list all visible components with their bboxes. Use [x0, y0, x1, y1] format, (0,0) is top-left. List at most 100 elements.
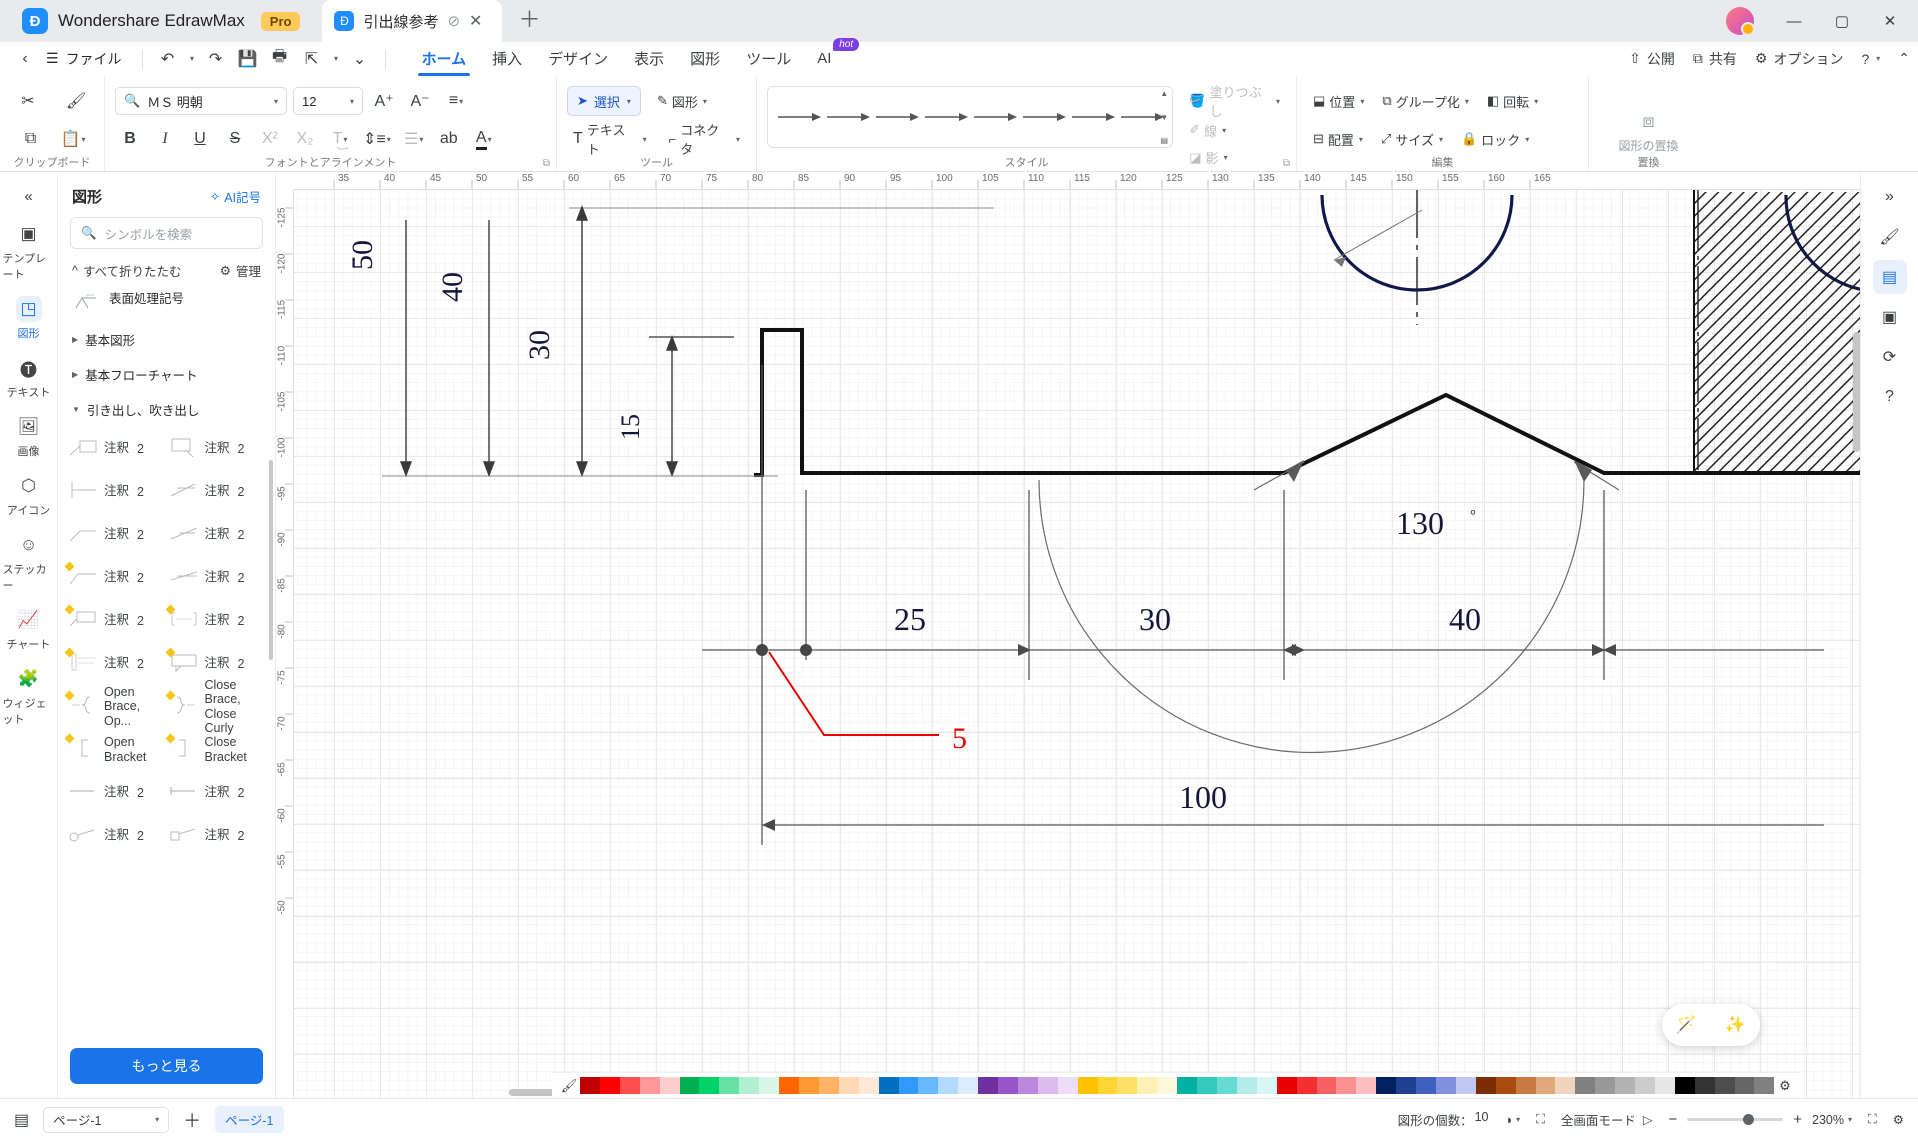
sidebar-item-shapes[interactable]: ◳ 図形 — [3, 289, 55, 346]
canvas[interactable]: 35 40 45 50 55 60 65 70 75 80 85 90 95 100 105 110 115 12… — [276, 172, 1860, 1098]
fullscreen-button[interactable]: 全画面モード ▷ — [1561, 1110, 1653, 1129]
color-swatch[interactable] — [1256, 1077, 1277, 1094]
gear-icon[interactable]: ⚙ — [1893, 1112, 1904, 1127]
symbol-search-input[interactable]: 🔍 シンボルを検索 — [70, 217, 263, 249]
panel-scrollbar[interactable] — [269, 460, 273, 660]
style-preset[interactable] — [872, 97, 921, 137]
more-shapes-button[interactable]: もっと見る — [70, 1048, 263, 1084]
horizontal-ruler[interactable]: 35 40 45 50 55 60 65 70 75 80 85 90 95 100 105 110 115 12… — [276, 172, 1860, 190]
color-palette-strip[interactable]: 🖌 ⚙ — [552, 1072, 1802, 1098]
style-preset[interactable] — [970, 97, 1019, 137]
ai-symbol-button[interactable]: ✧ AI記号 — [210, 187, 261, 206]
lock-button[interactable]: 🔒 ロック ▾ — [1455, 124, 1535, 154]
dimension-node[interactable] — [800, 644, 812, 656]
tab-insert[interactable]: 挿入 — [492, 42, 522, 76]
font-size-select[interactable]: 12 ▾ — [293, 87, 363, 115]
color-swatch[interactable] — [1197, 1077, 1217, 1094]
category-basic-flowchart[interactable]: ▶ 基本フローチャート — [58, 357, 275, 392]
color-swatch[interactable] — [1057, 1077, 1078, 1094]
line-spacing-icon[interactable]: ⇕≡ ▾ — [360, 124, 394, 154]
list-item[interactable]: 注釈 2 — [169, 513, 266, 556]
underline-button[interactable]: U — [185, 124, 215, 154]
color-swatch[interactable] — [1495, 1077, 1516, 1094]
color-swatch[interactable] — [1336, 1077, 1357, 1094]
list-item[interactable]: Close Bracket — [165, 728, 266, 771]
vertical-scrollbar[interactable] — [1853, 332, 1860, 452]
scroll-up-icon[interactable]: ▲ — [1160, 89, 1168, 98]
scroll-down-icon[interactable]: ▼ — [1160, 113, 1168, 122]
zoom-slider[interactable] — [1687, 1114, 1784, 1125]
grow-font-icon[interactable]: A⁺ — [369, 86, 399, 116]
arrange-button[interactable]: ⊟ 配置 ▾ — [1307, 124, 1369, 154]
connector-tool-button[interactable]: ⌐ コネクタ ▾ — [663, 123, 746, 157]
group-button[interactable]: ⧉ グループ化 ▾ — [1376, 86, 1475, 116]
color-swatch[interactable] — [938, 1077, 959, 1094]
sidebar-item-sticker[interactable]: ☺ ステッカー — [3, 525, 55, 598]
subscript-button[interactable]: X₂ — [290, 124, 320, 154]
position-button[interactable]: ⬓ 位置 ▾ — [1307, 86, 1370, 116]
collapse-all-button[interactable]: ^ すべて折りたたむ — [72, 261, 182, 280]
color-swatch[interactable] — [1515, 1077, 1536, 1094]
font-color-button[interactable]: A ▾ — [469, 124, 499, 154]
gear-icon[interactable]: ⚙ — [1774, 1078, 1796, 1094]
shrink-font-icon[interactable]: A⁻ — [405, 86, 435, 116]
sidebar-item-image[interactable]: 🖼 画像 — [3, 407, 55, 464]
color-swatch[interactable] — [1435, 1077, 1456, 1094]
color-swatch[interactable] — [679, 1077, 700, 1094]
color-swatch[interactable] — [1296, 1077, 1317, 1094]
color-swatch[interactable] — [1475, 1077, 1496, 1094]
list-item[interactable]: 注釈 2 — [169, 556, 266, 599]
list-item[interactable]: 注釈 2 — [64, 599, 165, 642]
sidebar-item-chart[interactable]: 📈 チャート — [3, 600, 55, 657]
tab-design[interactable]: デザイン — [548, 42, 608, 76]
tab-view[interactable]: 表示 — [634, 42, 664, 76]
file-menu-button[interactable]: ☰ ファイル — [42, 49, 132, 69]
color-swatch[interactable] — [1734, 1077, 1755, 1094]
color-swatch[interactable] — [1654, 1077, 1675, 1094]
zoom-controls[interactable]: − + 230% ▾ — [1668, 1111, 1852, 1128]
theme-button[interactable]: ◑ ▾ — [1505, 1113, 1521, 1127]
bold-button[interactable]: B — [115, 124, 145, 154]
color-swatch[interactable] — [918, 1077, 939, 1094]
color-swatch[interactable] — [798, 1077, 819, 1094]
save-icon[interactable]: 💾 — [233, 45, 263, 73]
format-painter-icon[interactable]: 🖌 — [61, 86, 91, 116]
fill-button[interactable]: 🪣 塗りつぶし ▾ — [1183, 85, 1286, 119]
color-swatch[interactable] — [1674, 1077, 1695, 1094]
hatched-region[interactable] — [1693, 190, 1860, 473]
new-tab-icon[interactable]: ＋ — [502, 2, 556, 40]
more-commands-icon[interactable]: ⌄ — [345, 45, 375, 73]
color-swatch[interactable] — [958, 1077, 979, 1094]
maximize-button[interactable]: ▢ — [1820, 0, 1864, 42]
color-swatch[interactable] — [1396, 1077, 1417, 1094]
export-caret-icon[interactable]: ▾ — [329, 45, 343, 73]
color-swatch[interactable] — [818, 1077, 839, 1094]
line-button[interactable]: ✐ 線 ▾ — [1183, 117, 1286, 144]
color-swatch[interactable] — [1455, 1077, 1476, 1094]
tab-ai[interactable]: AI hot — [817, 37, 860, 76]
color-swatch[interactable] — [739, 1077, 760, 1094]
color-swatch[interactable] — [1117, 1077, 1138, 1094]
paste-icon[interactable]: 📋 ▾ — [58, 124, 89, 154]
color-swatch[interactable] — [1595, 1077, 1616, 1094]
sidebar-item-templates[interactable]: ▣ テンプレート — [3, 214, 55, 287]
close-window-button[interactable]: ✕ — [1868, 0, 1912, 42]
superscript-button[interactable]: X² — [255, 124, 285, 154]
list-item[interactable]: 注釈 2 — [169, 814, 266, 857]
list-item[interactable]: 注釈 2 — [169, 470, 266, 513]
category-callouts[interactable]: ▼ 引き出し、吹き出し — [58, 392, 275, 427]
list-item[interactable]: 注釈 2 — [68, 470, 165, 513]
list-item[interactable]: 注釈 2 — [68, 513, 165, 556]
color-swatch[interactable] — [838, 1077, 859, 1094]
add-page-button[interactable]: ＋ — [183, 1107, 201, 1133]
share-button[interactable]: ⧉ 共有 — [1693, 49, 1737, 69]
style-preset[interactable] — [1068, 97, 1117, 137]
collapse-right-icon[interactable]: » — [1873, 180, 1907, 214]
gallery-expand-icon[interactable]: ▤ — [1160, 136, 1168, 145]
tab-tools[interactable]: ツール — [746, 42, 791, 76]
publish-button[interactable]: ⇧ 公開 — [1629, 49, 1675, 69]
font-dialog-launcher-icon[interactable]: ⧉ — [543, 158, 550, 169]
color-swatch[interactable] — [1694, 1077, 1715, 1094]
color-swatch[interactable] — [1714, 1077, 1735, 1094]
dimension-node[interactable] — [756, 644, 768, 656]
